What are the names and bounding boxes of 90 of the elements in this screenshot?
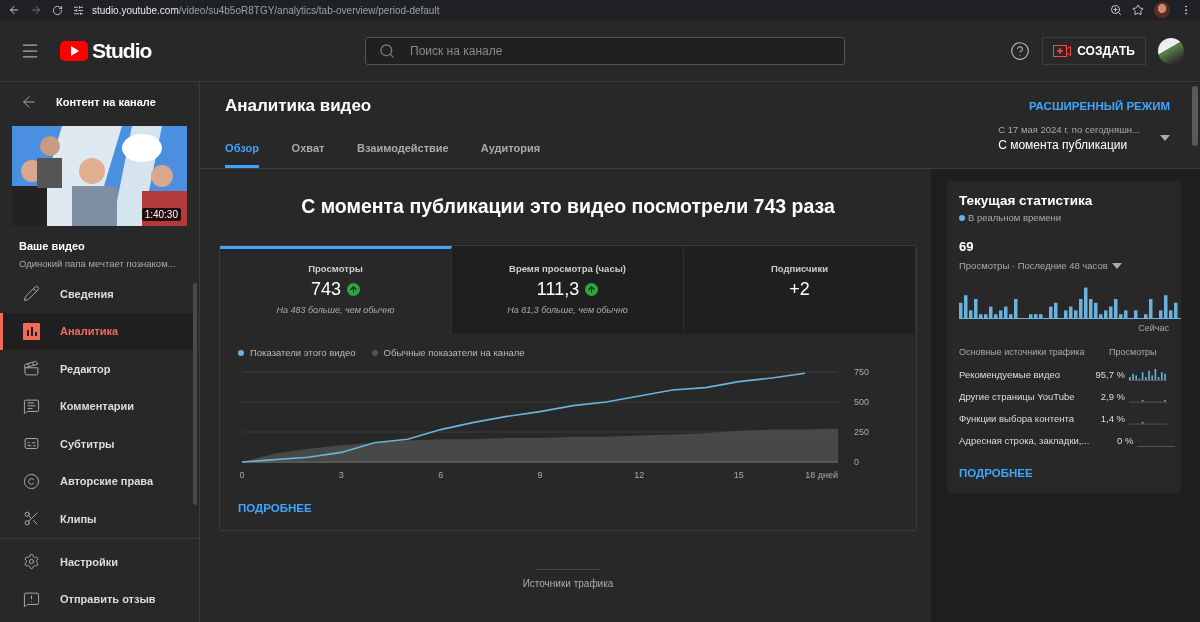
url-path: /video/su4b5oR8TGY/analytics/tab-overview/period-default (178, 4, 440, 16)
headline: С момента публикации это видео посмотрели 743 раза (300, 195, 836, 218)
comment-icon (23, 397, 40, 415)
axis-label: 0 (854, 457, 859, 467)
card-title: Текущая статистика (959, 193, 1094, 208)
sparkline-drawing (1137, 445, 1176, 447)
nav-item[interactable]: Редактор (0, 350, 193, 388)
bookmark-star-icon[interactable] (1132, 4, 1144, 16)
more-link[interactable]: ПОДРОБНЕЕ (238, 502, 312, 514)
search-field[interactable]: Поиск на канале (365, 36, 845, 65)
axis-label: 250 (854, 427, 870, 437)
live-label: В реальном времени (968, 212, 1061, 223)
axis-label: 9 (537, 470, 543, 480)
video-label: Ваше видео (18, 239, 86, 252)
bar-chart-icon (23, 322, 40, 340)
source-share: 0 % (1116, 434, 1134, 446)
now-label: Сейчас (1138, 323, 1169, 333)
copyright-icon (23, 472, 40, 490)
sparkline-drawing (1129, 368, 1167, 381)
feedback-icon (23, 590, 40, 608)
views-count: 69 (959, 239, 975, 254)
legend-dot (238, 349, 244, 356)
caret-icon (1111, 262, 1122, 269)
nav-item[interactable]: Авторские права (0, 462, 193, 500)
back-icon[interactable] (8, 4, 20, 16)
legend-label: Обычные показатели на канале (383, 347, 525, 358)
axis-label: 18 дней (805, 470, 838, 480)
logo-text[interactable]: Studio (92, 38, 152, 63)
period-label: С момента публикации (998, 138, 1129, 152)
nav-item[interactable]: Клипы (0, 500, 193, 538)
advanced-mode-link[interactable]: РАСШИРЕННЫЙ РЕЖИМ (1028, 100, 1170, 112)
help-icon[interactable] (1010, 40, 1031, 61)
metric-dropdown[interactable]: Просмотры · Последние 48 часов (959, 260, 1169, 271)
source-share: 1,4 % (1099, 412, 1125, 424)
legend-label: Показатели этого видео (250, 347, 356, 358)
reload-icon[interactable] (52, 4, 63, 16)
axis-label: 6 (438, 470, 444, 480)
profile-avatar[interactable] (1154, 2, 1170, 18)
period-range: С 17 мая 2024 г. по сегодняшн... (998, 124, 1140, 135)
tab[interactable]: Обзор (225, 128, 259, 168)
source-share: 2,9 % (1099, 390, 1125, 402)
video-duration: 1:40:30 (141, 208, 181, 221)
metric-tab[interactable]: Подписчики +2 (684, 246, 916, 334)
scrollbar-thumb[interactable] (193, 283, 197, 505)
search-icon (379, 42, 395, 59)
axis-label: 3 (338, 470, 344, 480)
nav-item[interactable]: Комментарии (0, 387, 193, 425)
axis-label: 15 (733, 470, 744, 480)
play-logo-icon[interactable] (60, 40, 88, 61)
page-title: Аналитика видео (225, 96, 372, 116)
video-title: Одинокий папа мечтает познаком... (18, 257, 177, 269)
metric-tab[interactable]: Просмотры 743 На 483 больше, чем обычно (220, 246, 452, 334)
site-settings-icon[interactable] (73, 4, 84, 16)
zoom-icon[interactable] (1110, 4, 1122, 16)
source-name: Рекомендуемые видео (959, 368, 1062, 380)
axis-label: 0 (239, 470, 245, 480)
axis-label: 500 (854, 397, 870, 407)
metric-tab[interactable]: Время просмотра (часы) 111,3 На 81,3 больше, чем обычно (452, 246, 684, 334)
axis-label: 12 (634, 470, 645, 480)
nav-item[interactable]: Отправить отзыв (0, 580, 193, 618)
period-dropdown[interactable]: С 17 мая 2024 г. по сегодняшн... С момента публикации (998, 124, 1170, 168)
tab[interactable]: Аудитория (480, 128, 541, 168)
nav-item[interactable]: Сведения (0, 275, 193, 313)
scissors-icon (23, 510, 40, 528)
live-dot (959, 214, 965, 221)
video-plus-icon (1053, 44, 1072, 57)
clapperboard-icon (23, 360, 40, 378)
column-header: Основные источники трафика (959, 347, 1086, 357)
pencil-icon (23, 285, 40, 303)
source-name: Адресная строка, закладки,... (959, 434, 1090, 446)
nav-item[interactable]: Аналитика (0, 312, 193, 350)
nav-item[interactable]: Настройки (0, 543, 193, 581)
nav-item[interactable]: Субтитры (0, 425, 193, 463)
axis-label: 750 (854, 367, 870, 377)
create-button[interactable]: СОЗДАТЬ (1042, 36, 1146, 65)
column-header: Просмотры (1109, 347, 1158, 357)
legend-dot (371, 349, 378, 356)
caret-icon (1160, 135, 1170, 141)
channel-avatar[interactable] (1158, 37, 1184, 64)
url-host: studio.youtube.com (92, 4, 179, 16)
scrollbar-thumb[interactable] (1192, 86, 1198, 146)
tab[interactable]: Взаимодействие (357, 128, 449, 168)
settings-icon (23, 553, 40, 571)
source-name: Функции выбора контента (959, 412, 1075, 424)
source-name: Другие страницы YouTube (959, 390, 1076, 402)
content-title: Контент на канале (56, 96, 156, 108)
source-share: 95,7 % (1094, 368, 1125, 380)
section-title: Источники трафика (522, 578, 614, 589)
tab[interactable]: Охват (291, 128, 325, 168)
more-link[interactable]: ПОДРОБНЕЕ (959, 467, 1033, 479)
